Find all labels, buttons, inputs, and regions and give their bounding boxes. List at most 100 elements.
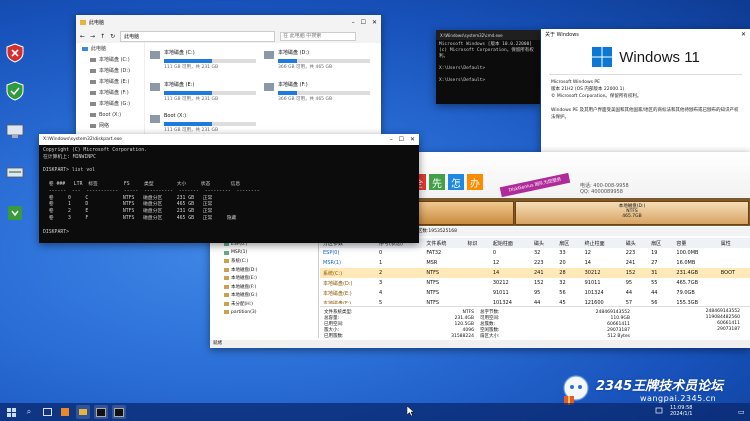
up-icon[interactable]: ↑ [100, 33, 105, 40]
table-cell: 241 [625, 260, 636, 266]
table-row[interactable]: MSR(1) 1 MSR 12 223 20 14 241 27 16.0MB [320, 258, 750, 268]
tree-item[interactable]: 本地磁盘(D:) [224, 266, 318, 275]
tree-item[interactable]: 本地磁盘(G:) [224, 291, 318, 300]
drive-usage-bar [164, 122, 256, 126]
table-cell: 95 [533, 290, 541, 296]
search-input[interactable] [280, 31, 357, 41]
nav-item[interactable]: 本地磁盘 (E:) [76, 76, 144, 87]
close-icon[interactable]: ✕ [741, 31, 746, 38]
start-icon[interactable] [4, 405, 18, 419]
close-icon[interactable]: ✕ [410, 136, 415, 143]
winver-text: Microsoft Windows PE 版本 21H2 (OS 内部版本 220… [541, 79, 750, 121]
cmd-window[interactable]: X:\Windows\system32\cmd.exe Microsoft Wi… [436, 30, 540, 104]
table-cell: 5 [379, 300, 383, 304]
winver-title: 关于 Windows [545, 32, 579, 38]
table-cell: 79.0GB [676, 290, 695, 296]
watermark-url: wangpai.2345.cn [640, 394, 717, 403]
search-icon[interactable]: ⌕ [22, 405, 36, 419]
mouse-cursor-icon [407, 406, 414, 416]
nav-item[interactable]: 本地磁盘 (G:) [76, 98, 144, 109]
nav-item[interactable]: 本地磁盘 (D:) [76, 65, 144, 76]
table-header[interactable]: 属性 [718, 238, 750, 248]
tree-item[interactable]: 本地磁盘(E:) [224, 274, 318, 283]
explorer-window[interactable]: 此电脑 –☐ ✕ ← → ↑ ↻ 此电脑 此电脑本地磁盘 (C:) 本地磁盘 (D:… [76, 15, 381, 135]
table-cell: 152 [533, 280, 544, 286]
cmd2-taskbar-icon[interactable] [112, 405, 126, 419]
partition-icon [224, 276, 229, 281]
cmd-line: (c) Microsoft Corporation。保留所有权利。 [439, 48, 534, 59]
nav-item[interactable]: Boot (X:) [76, 109, 144, 120]
table-header[interactable]: 容量 [673, 238, 717, 248]
table-row[interactable]: 系统(C:) 2 NTFS 14 241 28 30212 152 31 231.4GB BOOT [320, 268, 750, 278]
refresh-icon[interactable]: ↻ [110, 33, 115, 40]
winver-line: Windows PE 及其用户界面受美国和其他国家/地区的商标法和其他待颁布或已… [551, 108, 739, 120]
table-cell [718, 288, 750, 298]
table-header[interactable]: 文件系统 [423, 238, 464, 248]
network-icon[interactable] [4, 162, 26, 184]
drive-tile[interactable]: 本地磁盘 (C:) 111 GB 可用，共 231 GB [150, 49, 260, 79]
shield-red-icon[interactable] [4, 42, 26, 64]
back-icon[interactable]: ← [80, 33, 85, 40]
minimize-icon[interactable]: – [390, 136, 393, 143]
nav-item[interactable]: 此电脑 [76, 43, 144, 54]
detail-value: 110.9GB [610, 315, 630, 321]
notification-icon[interactable]: ▭ [738, 408, 745, 416]
drive-tile[interactable]: 本地磁盘 (D:) 366 GB 可用，共 465 GB [264, 49, 374, 79]
table-row[interactable]: 本地磁盘(D:) 3 NTFS 30212 152 32 91011 95 55 465.7GB [320, 278, 750, 288]
table-header[interactable]: 终止柱面 [582, 238, 623, 248]
diskpart-titlebar[interactable]: X:\Windows\system32\diskpart.exe – ☐ ✕ [39, 134, 419, 145]
tree-item[interactable]: 系统(C:) [224, 257, 318, 266]
cmd-taskbar-icon[interactable] [94, 405, 108, 419]
winver-line: 版本 21H2 (OS 内部版本 22000.1) [551, 87, 625, 92]
detail-row: 扇区大小: 512 Bytes [480, 333, 630, 340]
maximize-icon[interactable]: ☐ [399, 136, 404, 143]
table-row[interactable]: ESP(0) 0 FAT32 0 32 33 12 223 19 100.0MB [320, 248, 750, 258]
explorer-titlebar[interactable]: 此电脑 – ☐ ✕ [76, 15, 381, 29]
nav-item-label: 此电脑 [91, 46, 107, 52]
folder-icon [80, 19, 86, 25]
diskgenius-taskbar-icon[interactable] [58, 405, 72, 419]
cmd-titlebar[interactable]: X:\Windows\system32\cmd.exe [436, 30, 540, 40]
installer-icon[interactable] [4, 202, 26, 224]
partition-d[interactable]: 本地磁盘(D:) NTFS 465.7GB [515, 201, 749, 225]
table-header[interactable]: 起始柱面 [490, 238, 531, 248]
explorer-taskbar-icon[interactable] [76, 405, 90, 419]
nav-item[interactable]: 本地磁盘 (F:) [76, 87, 144, 98]
table-header[interactable]: 磁头 [531, 238, 556, 248]
winver-window[interactable]: 关于 Windows ✕ Windows 11 Microsoft Window… [541, 29, 750, 155]
minimize-icon[interactable]: – [352, 19, 355, 26]
close-icon[interactable]: ✕ [372, 19, 377, 26]
shield-green-icon[interactable] [4, 80, 26, 102]
tree-item[interactable]: partition(3) [224, 308, 318, 317]
table-cell: NTFS [426, 280, 440, 286]
tree-item[interactable]: 未分配(H:) [224, 300, 318, 309]
partition-icon [224, 301, 229, 306]
drive-tile[interactable]: 本地磁盘 (E:) 111 GB 可用，共 231 GB [150, 81, 260, 111]
tree-item[interactable]: MSR(1) [224, 249, 318, 258]
maximize-icon[interactable]: ☐ [361, 19, 366, 26]
computer-icon[interactable] [4, 120, 26, 142]
address-bar[interactable]: 此电脑 [120, 30, 276, 42]
table-cell: MSR(1) [323, 260, 342, 266]
nav-item[interactable]: 网络 [76, 120, 144, 131]
table-cell: 28 [559, 270, 566, 276]
tree-item[interactable]: 本地磁盘(F:) [224, 283, 318, 292]
drive-tile[interactable]: 本地磁盘 (F:) 366 GB 可用，共 465 GB [264, 81, 374, 111]
taskview-icon[interactable] [40, 405, 54, 419]
table-row[interactable]: 本地磁盘(E:) 4 NTFS 91011 95 56 101324 44 44 79.0GB [320, 288, 750, 298]
diskpart-line: DISKPART> list vol [43, 168, 95, 174]
nav-item[interactable]: 本地磁盘 (C:) [76, 54, 144, 65]
forward-icon[interactable]: → [90, 33, 95, 40]
cmd-line: X:\Users\Default> [439, 78, 486, 83]
drives-area: 本地磁盘 (C:) 111 GB 可用，共 231 GB 本地磁盘 (D:) 366 … [146, 47, 381, 135]
diskpart-window[interactable]: X:\Windows\system32\diskpart.exe – ☐ ✕ Cop… [39, 134, 419, 243]
table-header[interactable]: 扇区 [556, 238, 581, 248]
table-header[interactable]: 标识 [464, 238, 489, 248]
clock[interactable]: 11:09:58 2024/1/1 [670, 405, 692, 417]
network-tray-icon[interactable] [655, 406, 663, 416]
windows-logo: Windows 11 [541, 46, 750, 68]
winver-titlebar[interactable]: 关于 Windows ✕ [541, 29, 750, 40]
table-header[interactable]: 扇区 [648, 238, 673, 248]
table-header[interactable]: 磁头 [623, 238, 648, 248]
table-row[interactable]: 本地磁盘(F:) 5 NTFS 101324 44 45 121600 57 56 155.3GB [320, 298, 750, 304]
